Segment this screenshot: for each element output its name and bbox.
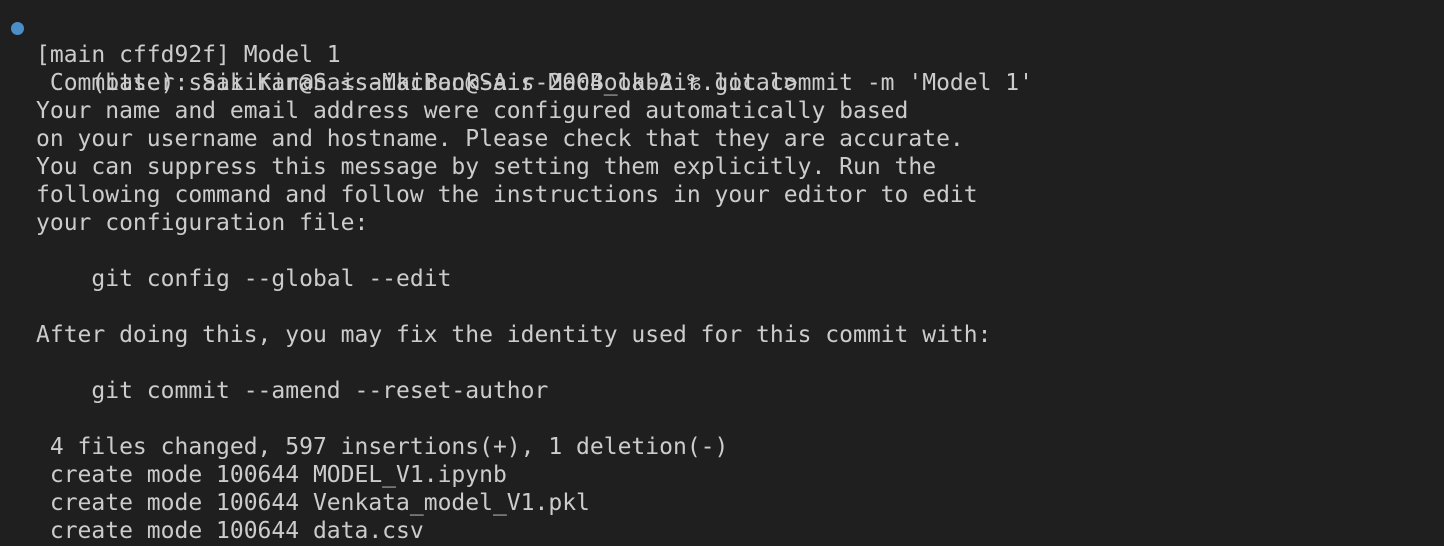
command-line: (base) saikiran@Sais-MacBook-Air 2004_la… <box>0 13 1444 96</box>
output-line-blank-1 <box>0 237 1444 265</box>
output-line-committer: Committer: Sai Kiran <saikiran@Sais-MacB… <box>36 70 798 96</box>
output-line-blank-3 <box>0 349 1444 377</box>
output-line-config-command: git config --global --edit <box>36 266 452 292</box>
output-line-create-csv: create mode 100644 data.csv <box>36 518 424 544</box>
output-line-message-5: your configuration file: <box>36 210 369 236</box>
output-line-commit-summary: [main cffd92f] Model 1 <box>36 42 341 68</box>
output-line-files-changed: 4 files changed, 597 insertions(+), 1 de… <box>36 434 729 460</box>
output-line-message-1: Your name and email address were configu… <box>36 98 909 124</box>
output-line-create-pkl: create mode 100644 Venkata_model_V1.pkl <box>36 490 590 516</box>
terminal-output[interactable]: (base) saikiran@Sais-MacBook-Air 2004_la… <box>0 0 1444 546</box>
output-line-blank-2 <box>0 293 1444 321</box>
output-line-create-ipynb: create mode 100644 MODEL_V1.ipynb <box>36 462 507 488</box>
output-line-message-3: You can suppress this message by setting… <box>36 154 937 180</box>
output-line-blank-4 <box>0 405 1444 433</box>
output-line-message-2: on your username and hostname. Please ch… <box>36 126 964 152</box>
output-line-message-4: following command and follow the instruc… <box>36 182 978 208</box>
output-line-fix-identity: After doing this, you may fix the identi… <box>36 322 992 348</box>
command-status-dot-icon[interactable] <box>11 22 24 35</box>
output-line-amend-command: git commit --amend --reset-author <box>36 378 549 404</box>
